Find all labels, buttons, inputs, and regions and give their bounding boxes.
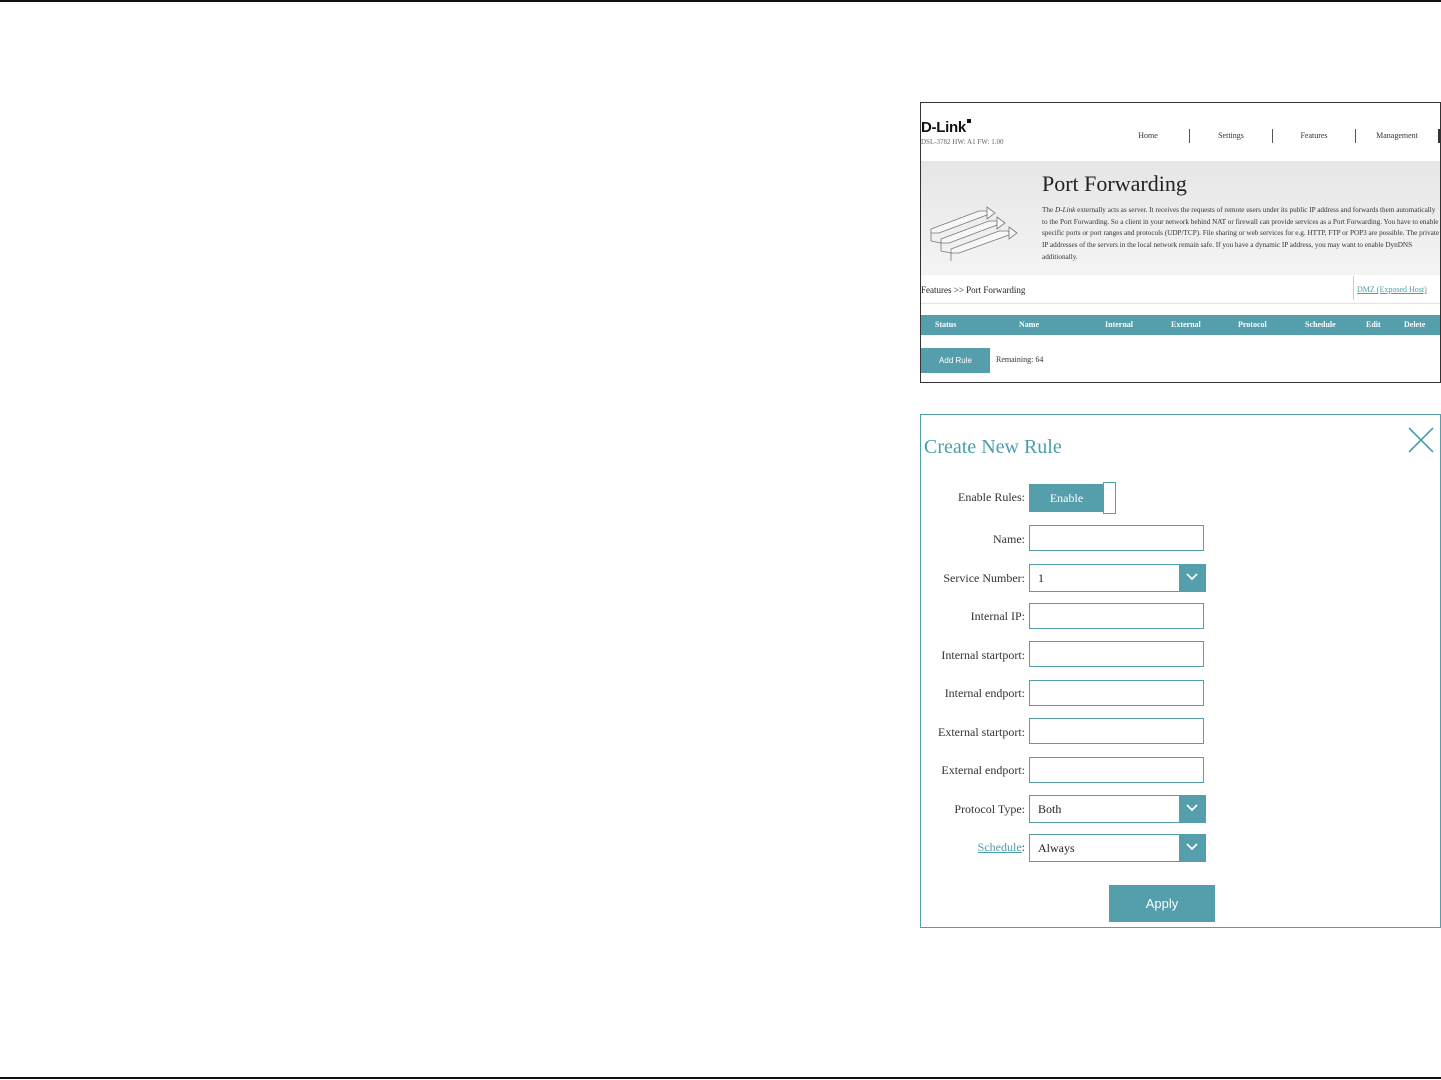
internal-startport-label: Internal startport:	[941, 648, 1025, 662]
col-schedule: Schedule	[1305, 320, 1336, 329]
service-number-label: Service Number:	[943, 571, 1025, 585]
col-protocol: Protocol	[1238, 320, 1267, 329]
rules-table-header: Status Name Internal External Protocol S…	[921, 315, 1440, 335]
remaining-count: Remaining: 64	[996, 355, 1044, 364]
close-icon[interactable]	[1408, 427, 1434, 453]
enable-toggle-label: Enable	[1029, 484, 1104, 512]
port-forwarding-screenshot: D-Link DSL-3782 HW: A1 FW: 1.00 Home Set…	[920, 102, 1441, 383]
dialog-title: Create New Rule	[924, 436, 1062, 458]
model-info: DSL-3782 HW: A1 FW: 1.00	[921, 138, 1004, 146]
page-title: Port Forwarding	[1042, 171, 1187, 196]
service-number-value: 1	[1038, 571, 1044, 585]
internal-ip-label: Internal IP:	[970, 609, 1025, 623]
nav-settings[interactable]: Settings	[1190, 129, 1273, 143]
internal-ip-input[interactable]	[1029, 603, 1204, 629]
bottom-divider	[0, 1077, 1441, 1079]
name-label: Name:	[993, 532, 1025, 546]
external-startport-input[interactable]	[1029, 718, 1204, 744]
name-input[interactable]	[1029, 525, 1204, 551]
col-delete: Delete	[1404, 320, 1426, 329]
top-divider	[0, 0, 1441, 2]
chevron-down-icon[interactable]	[1179, 835, 1205, 861]
nav-home[interactable]: Home	[1107, 129, 1190, 143]
dmz-link-box: DMZ (Exposed Host)	[1353, 276, 1440, 300]
dlink-logo: D-Link	[921, 119, 971, 136]
add-rule-button[interactable]: Add Rule	[921, 348, 990, 373]
external-startport-label: External startport:	[938, 725, 1025, 739]
internal-endport-input[interactable]	[1029, 680, 1204, 706]
page-banner: Port Forwarding The D-Link externally ac…	[921, 161, 1440, 275]
enable-rules-label: Enable Rules:	[958, 490, 1025, 504]
schedule-value: Always	[1038, 841, 1075, 855]
col-internal: Internal	[1105, 320, 1133, 329]
schedule-label: Schedule:	[977, 840, 1025, 854]
external-endport-label: External endport:	[941, 763, 1025, 777]
create-rule-dialog: Create New Rule Enable Rules: Enable Nam…	[920, 414, 1441, 928]
nav-features[interactable]: Features	[1273, 129, 1356, 143]
apply-button[interactable]: Apply	[1109, 885, 1215, 922]
chevron-down-icon[interactable]	[1179, 796, 1205, 822]
dmz-link[interactable]: DMZ (Exposed Host)	[1357, 285, 1427, 294]
port-forwarding-arrows-icon	[930, 206, 1018, 261]
external-endport-input[interactable]	[1029, 757, 1204, 783]
col-external: External	[1171, 320, 1201, 329]
toggle-knob[interactable]	[1103, 482, 1116, 514]
main-nav: Home Settings Features Management	[1107, 129, 1440, 143]
internal-startport-input[interactable]	[1029, 641, 1204, 667]
col-edit: Edit	[1366, 320, 1381, 329]
chevron-down-icon[interactable]	[1179, 565, 1205, 591]
internal-endport-label: Internal endport:	[944, 686, 1025, 700]
protocol-type-select[interactable]: Both	[1029, 795, 1206, 823]
schedule-select[interactable]: Always	[1029, 834, 1206, 862]
service-number-select[interactable]: 1	[1029, 564, 1206, 592]
col-status: Status	[935, 320, 957, 329]
page-description: The D-Link externally acts as server. It…	[1042, 206, 1440, 261]
nav-management[interactable]: Management	[1356, 129, 1440, 143]
breadcrumb: Features >> Port Forwarding	[921, 285, 1026, 295]
schedule-link[interactable]: Schedule	[978, 840, 1022, 854]
col-name: Name	[1019, 320, 1039, 329]
enable-rules-toggle[interactable]: Enable	[1029, 482, 1117, 514]
protocol-type-label: Protocol Type:	[954, 802, 1025, 816]
protocol-type-value: Both	[1038, 802, 1062, 816]
divider	[921, 303, 1440, 304]
